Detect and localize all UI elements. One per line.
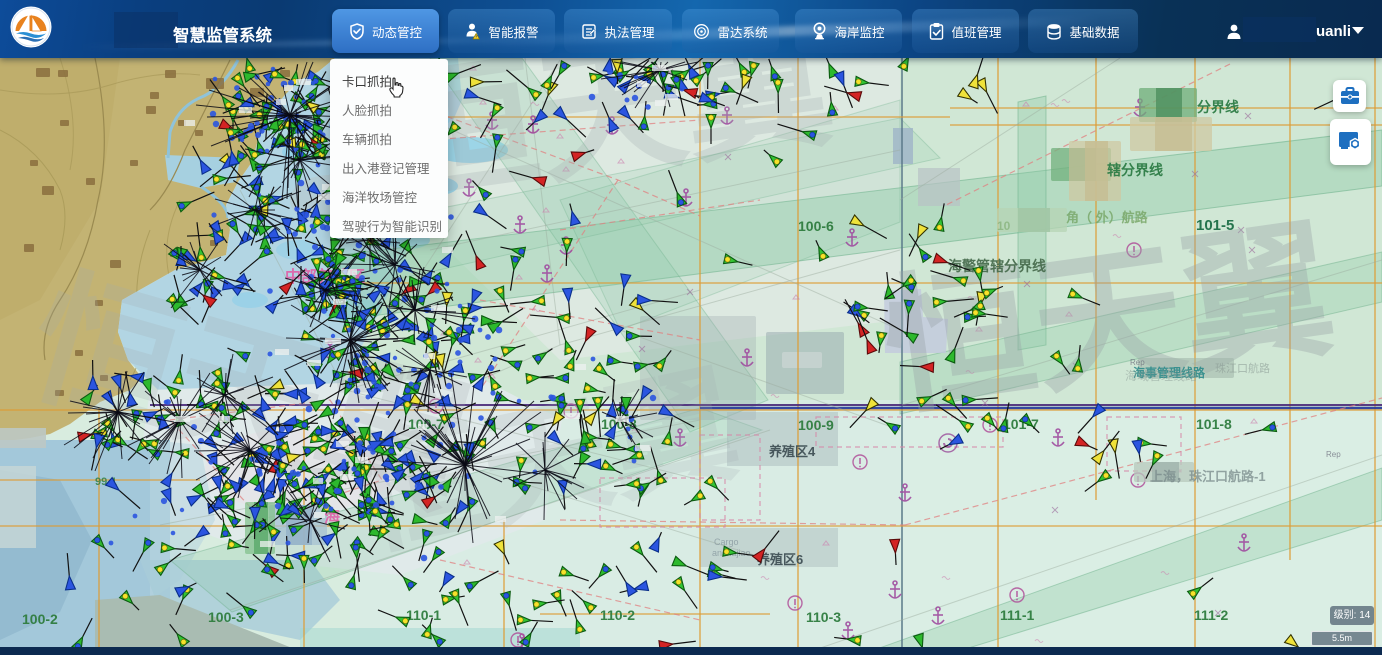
svg-text:110-1: 110-1 — [406, 607, 441, 623]
svg-text:Cargo: Cargo — [714, 537, 739, 547]
svg-text:100-6: 100-6 — [798, 218, 834, 234]
svg-text:Rep: Rep — [1326, 450, 1341, 459]
svg-text:101-7: 101-7 — [1003, 416, 1039, 432]
svg-text:110-2: 110-2 — [600, 607, 635, 623]
svg-text:分界线: 分界线 — [1197, 99, 1239, 115]
svg-text:10: 10 — [997, 219, 1011, 233]
svg-text:上海，珠江口航路-1: 上海，珠江口航路-1 — [1150, 469, 1266, 484]
svg-text:111-1: 111-1 — [1000, 607, 1034, 623]
svg-text:Rep: Rep — [1130, 358, 1145, 367]
svg-text:海域管理线路: 海域管理线路 — [1125, 368, 1197, 383]
svg-text:101-5: 101-5 — [1196, 217, 1234, 234]
svg-text:111-2: 111-2 — [1194, 607, 1228, 623]
svg-text:辖分界线: 辖分界线 — [1107, 162, 1163, 178]
svg-text:100-9: 100-9 — [798, 417, 834, 433]
svg-text:养殖区4: 养殖区4 — [768, 444, 816, 459]
svg-text:101-8: 101-8 — [1196, 416, 1232, 432]
svg-text:珠江口航路: 珠江口航路 — [1215, 361, 1270, 375]
svg-text:100-3: 100-3 — [208, 609, 244, 625]
svg-text:角（ 外）航路: 角（ 外）航路 — [1066, 210, 1149, 225]
svg-text:100-2: 100-2 — [22, 611, 58, 627]
svg-text:海警管辖分界线: 海警管辖分界线 — [948, 258, 1046, 274]
svg-text:110-3: 110-3 — [806, 609, 841, 625]
